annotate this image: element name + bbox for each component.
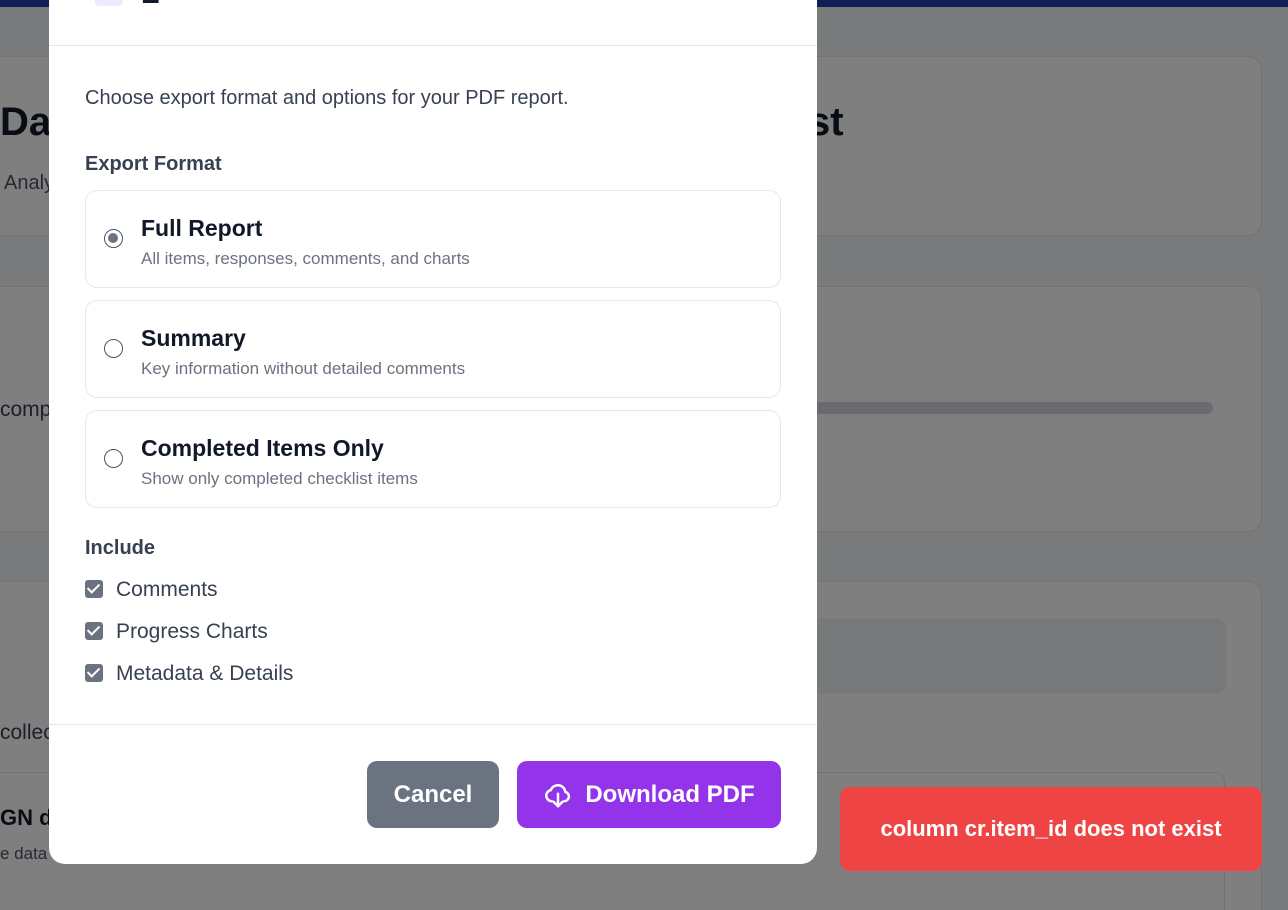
checkbox-label: Progress Charts — [116, 620, 268, 643]
radio-completed-only[interactable] — [104, 449, 123, 468]
checkbox-label: Metadata & Details — [116, 662, 294, 685]
option-description: Key information without detailed comment… — [141, 359, 466, 378]
modal-description: Choose export format and options for you… — [85, 87, 569, 109]
footer-divider — [49, 724, 817, 725]
cancel-button[interactable]: Cancel — [367, 761, 499, 828]
radio-full-report[interactable] — [104, 229, 123, 248]
comments-checkbox[interactable] — [85, 580, 103, 598]
format-option-full-report[interactable]: Full Report All items, responses, commen… — [85, 190, 781, 288]
close-icon[interactable]: × — [749, 0, 779, 4]
format-option-summary[interactable]: Summary Key information without detailed… — [85, 300, 781, 398]
modal-header: E × — [49, 0, 817, 46]
download-label: Download PDF — [585, 780, 755, 808]
option-title: Completed Items Only — [141, 435, 384, 461]
include-label: Include — [85, 537, 156, 559]
option-title: Full Report — [141, 215, 263, 241]
cancel-label: Cancel — [393, 780, 473, 808]
format-option-completed-only[interactable]: Completed Items Only Show only completed… — [85, 410, 781, 508]
export-format-label: Export Format — [85, 153, 222, 175]
cloud-download-icon — [545, 783, 571, 807]
checkbox-label: Comments — [116, 578, 218, 601]
option-title: Summary — [141, 325, 246, 351]
option-description: Show only completed checklist items — [141, 469, 418, 488]
file-icon — [95, 0, 123, 6]
progress-charts-checkbox[interactable] — [85, 622, 103, 640]
radio-summary[interactable] — [104, 339, 123, 358]
option-description: All items, responses, comments, and char… — [141, 249, 470, 268]
modal-title: E — [141, 0, 160, 10]
toast-message: column cr.item_id does not exist — [880, 816, 1222, 841]
error-toast[interactable]: column cr.item_id does not exist — [840, 787, 1262, 871]
metadata-checkbox[interactable] — [85, 664, 103, 682]
export-modal: E × Choose export format and options for… — [49, 0, 817, 864]
download-pdf-button[interactable]: Download PDF — [517, 761, 781, 828]
